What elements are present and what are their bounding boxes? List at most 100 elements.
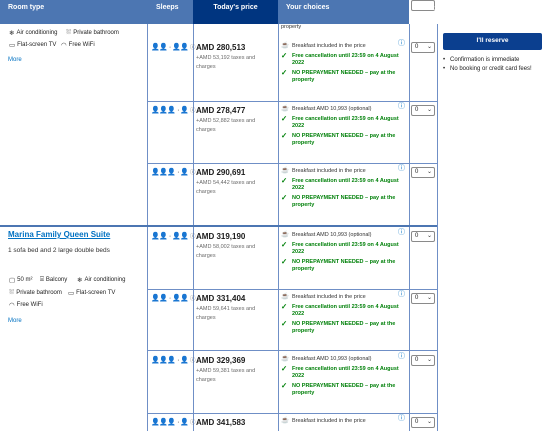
facility-label: Private bathroom [73, 30, 119, 36]
facility-label: Free WiFi [16, 302, 43, 308]
info-icon: ⓘ [190, 45, 196, 51]
cup-icon: ☕ [281, 105, 290, 112]
choice-text: NO PREPAYMENT NEEDED – pay at the proper… [292, 383, 396, 396]
facility-label: Flat-screen TV [76, 290, 116, 296]
choice-breakfast: ☕ Breakfast AMD 10,993 (optional) [281, 355, 407, 363]
select-value: 0 [415, 44, 419, 50]
chevron-down-icon: ⌄ [426, 169, 432, 175]
cup-icon: ☕ [281, 167, 290, 174]
facility-flat-screen-tv: ▭ Flat-screen TV [68, 289, 115, 297]
check-icon: ✓ [281, 302, 288, 311]
choice-text: Breakfast AMD 10,993 (optional) [292, 232, 372, 238]
facility-label: Free WiFi [68, 42, 95, 48]
choice-text: NO PREPAYMENT NEEDED – pay at the proper… [292, 259, 396, 272]
choices-block: ☕ Breakfast included in the price ✓ Free c… [281, 291, 407, 338]
reserve-button[interactable]: I'll reserve [443, 33, 542, 50]
tv-icon: ▭ [9, 42, 16, 49]
price-block: AMD 329,369 +AMD 59,381 taxes and charge… [196, 356, 276, 385]
info-icon: ⓘ [190, 296, 196, 302]
price-amount: AMD 278,477 [196, 106, 246, 115]
taxes-text: +AMD 54,442 taxes and charges [196, 180, 256, 195]
choice-prepayment: ✓ NO PREPAYMENT NEEDED – pay at the prope… [281, 381, 407, 397]
occupancy-icons: 👤👤👤 · 👤 ⓘ [151, 419, 196, 426]
price-block: AMD 331,404 +AMD 59,641 taxes and charge… [196, 294, 276, 323]
facility-label: 50 m² [17, 277, 33, 283]
column-divider [147, 24, 148, 431]
row-divider [148, 413, 437, 414]
choice-breakfast: ☕ Breakfast AMD 10,993 (optional) [281, 231, 407, 239]
cup-icon: ☕ [281, 42, 290, 49]
check-icon: ✓ [281, 240, 288, 249]
row-divider [148, 350, 437, 351]
facility-size: ▢ 50 m² [9, 276, 33, 284]
taxes-text: +AMD 52,882 taxes and charges [196, 118, 256, 133]
choice-breakfast: ☕ Breakfast AMD 10,993 (optional) [281, 105, 407, 113]
check-icon: ✓ [281, 114, 288, 123]
price-amount: AMD 329,369 [196, 356, 246, 365]
info-icon[interactable]: ⓘ [398, 103, 405, 110]
choice-breakfast: ☕ Breakfast included in the price [281, 42, 407, 50]
taxes-text: +AMD 53,192 taxes and charges [196, 55, 256, 70]
occupancy-icons: 👤👤 · 👤👤 ⓘ [151, 295, 196, 302]
room-quantity-select[interactable]: 0 ⌄ [411, 417, 435, 428]
column-divider [437, 24, 438, 431]
row-divider [148, 289, 437, 290]
info-icon: ⓘ [190, 234, 196, 240]
choice-text: NO PREPAYMENT NEEDED – pay at the proper… [292, 195, 396, 208]
header-your-choices: Your choices [278, 0, 409, 24]
more-link[interactable]: More [8, 57, 22, 63]
choice-prepayment: ✓ NO PREPAYMENT NEEDED – pay at the prope… [281, 258, 407, 273]
chevron-down-icon: ⌄ [426, 233, 432, 239]
choice-text: Free cancellation until 23:59 on 4 Augus… [292, 53, 399, 66]
balcony-icon: ⌸ [40, 276, 44, 283]
info-icon: ⓘ [190, 108, 196, 114]
room-quantity-select[interactable]: 0 ⌄ [411, 231, 435, 242]
room-quantity-select[interactable]: 0 ⌄ [411, 105, 435, 116]
choice-text: Breakfast AMD 10,993 (optional) [292, 106, 372, 112]
cup-icon: ☕ [281, 417, 290, 424]
occupancy-icons: 👤👤👤 · 👤 ⓘ [151, 107, 196, 114]
choice-text: NO PREPAYMENT NEEDED – pay at the proper… [292, 70, 396, 83]
info-icon: ⓘ [190, 358, 196, 364]
facility-private-bathroom: ⛆ Private bathroom [66, 29, 119, 37]
row-divider [148, 163, 437, 164]
select-value: 0 [415, 107, 419, 113]
choices-block: ☕ Breakfast included in the price ✓ Free c… [281, 165, 407, 212]
choice-cancellation: ✓ Free cancellation until 23:59 on 4 Augu… [281, 302, 407, 318]
info-icon[interactable]: ⓘ [398, 165, 405, 172]
check-icon: ✓ [281, 131, 288, 140]
wifi-icon: ◠ [9, 302, 15, 309]
occupancy-icons: 👤👤 · 👤👤 ⓘ [151, 233, 196, 240]
snowflake-icon: ❄ [77, 277, 83, 284]
occupancy-icons: 👤👤👤 · 👤 ⓘ [151, 169, 196, 176]
price-block: AMD 278,477 +AMD 52,882 taxes and charge… [196, 106, 276, 135]
check-icon: ✓ [281, 193, 288, 202]
check-icon: ✓ [281, 68, 288, 77]
info-icon[interactable]: ⓘ [398, 40, 405, 47]
choice-text: Breakfast included in the price [292, 294, 366, 300]
info-icon[interactable]: ⓘ [398, 229, 405, 236]
price-amount: AMD 280,513 [196, 43, 246, 52]
check-icon: ✓ [281, 51, 288, 60]
room-name-link[interactable]: Marina Family Queen Suite [8, 230, 110, 239]
select-value: 0 [415, 169, 419, 175]
info-icon[interactable]: ⓘ [398, 353, 405, 360]
room-quantity-select[interactable]: 0 ⌄ [411, 293, 435, 304]
info-icon[interactable]: ⓘ [398, 415, 405, 422]
info-icon[interactable]: ⓘ [398, 291, 405, 298]
facility-label: Balcony [45, 277, 68, 283]
info-icon: ⓘ [190, 420, 196, 426]
room-quantity-select[interactable]: 0 ⌄ [411, 167, 435, 178]
room-quantity-select[interactable]: 0 ⌄ [411, 42, 435, 53]
choices-block: ☕ Breakfast AMD 10,993 (optional) ✓ Free c… [281, 103, 407, 150]
choice-text: NO PREPAYMENT NEEDED – pay at the proper… [292, 133, 396, 146]
price-amount: AMD 290,691 [196, 168, 246, 177]
room-quantity-select[interactable]: 0 ⌄ [411, 355, 435, 366]
facility-label: Private bathroom [16, 290, 62, 296]
choices-block: ☕ Breakfast AMD 10,993 (optional) ✓ Free c… [281, 353, 407, 400]
choice-prepayment: ✓ NO PREPAYMENT NEEDED – pay at the prope… [281, 131, 407, 147]
chevron-down-icon: ⌄ [426, 107, 432, 113]
check-icon: ✓ [281, 381, 288, 390]
more-link[interactable]: More [8, 318, 22, 324]
choice-text: Breakfast included in the price [292, 418, 366, 424]
